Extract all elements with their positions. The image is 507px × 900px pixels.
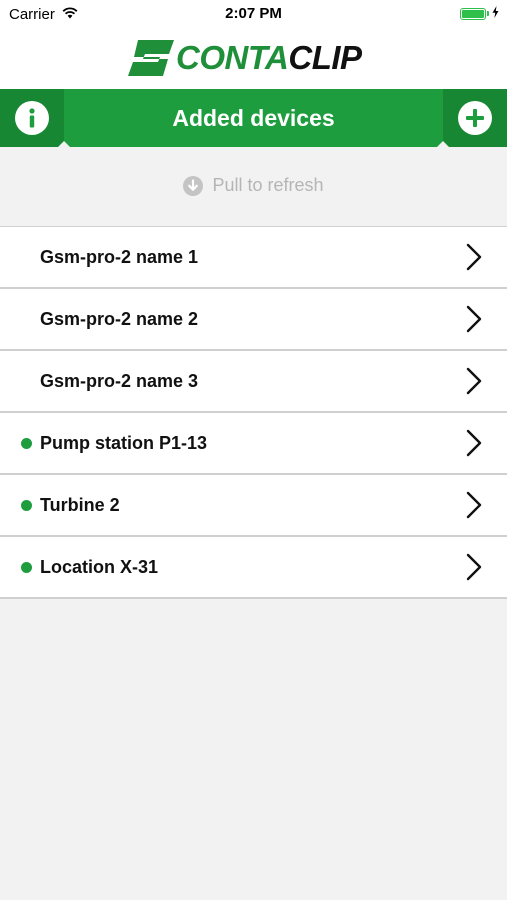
device-row[interactable]: Turbine 2: [0, 475, 507, 537]
device-name: Gsm-pro-2 name 2: [40, 309, 199, 329]
info-button[interactable]: [15, 101, 49, 135]
device-list: Gsm-pro-2 name 1 Gsm-pro-2 name 2 Gsm-pro-…: [0, 226, 507, 599]
device-row[interactable]: Gsm-pro-2 name 1: [0, 227, 507, 289]
nav-bar: Added devices: [0, 89, 507, 147]
device-row[interactable]: Location X-31: [0, 537, 507, 599]
plus-icon: [466, 109, 484, 127]
logo-mark-icon: [128, 40, 174, 76]
arrow-down-circle-icon: [183, 175, 204, 196]
device-name: Gsm-pro-2 name 1: [40, 247, 199, 267]
chevron-right-icon: [466, 305, 482, 333]
status-dot: [21, 500, 32, 511]
device-row[interactable]: Gsm-pro-2 name 3: [0, 351, 507, 413]
info-icon: [29, 108, 35, 128]
logo-bar: CONTACLIP: [0, 28, 507, 89]
logo-word-clip: CLIP: [288, 39, 362, 76]
chevron-right-icon: [466, 367, 482, 395]
device-name: Turbine 2: [40, 495, 120, 515]
pull-to-refresh[interactable]: Pull to refresh: [0, 175, 507, 199]
nav-notch-right: [437, 141, 449, 147]
status-dot: [21, 562, 32, 573]
clock: 2:07 PM: [225, 5, 282, 22]
chevron-right-icon: [466, 491, 482, 519]
chevron-right-icon: [466, 553, 482, 581]
chevron-right-icon: [466, 429, 482, 457]
refresh-label: Pull to refresh: [212, 175, 324, 195]
device-row[interactable]: Gsm-pro-2 name 2: [0, 289, 507, 351]
battery-level-fill: [462, 10, 484, 18]
device-name: Pump station P1-13: [40, 433, 208, 453]
bolt-icon: [492, 6, 499, 21]
logo-wordmark: CONTACLIP: [176, 38, 362, 78]
nav-notch-left: [58, 141, 70, 147]
add-device-button[interactable]: [458, 101, 492, 135]
device-name: Location X-31: [40, 557, 159, 577]
battery-cap: [487, 11, 489, 16]
status-dot: [21, 438, 32, 449]
logo-word-conta: CONTA: [176, 39, 289, 76]
status-bar: Carrier 2:07 PM: [0, 0, 507, 28]
brand-logo: CONTACLIP: [128, 38, 380, 78]
page-title: Added devices: [172, 105, 335, 131]
chevron-right-icon: [466, 243, 482, 271]
device-row[interactable]: Pump station P1-13: [0, 413, 507, 475]
device-name: Gsm-pro-2 name 3: [40, 371, 199, 391]
battery-icon: [460, 8, 486, 20]
